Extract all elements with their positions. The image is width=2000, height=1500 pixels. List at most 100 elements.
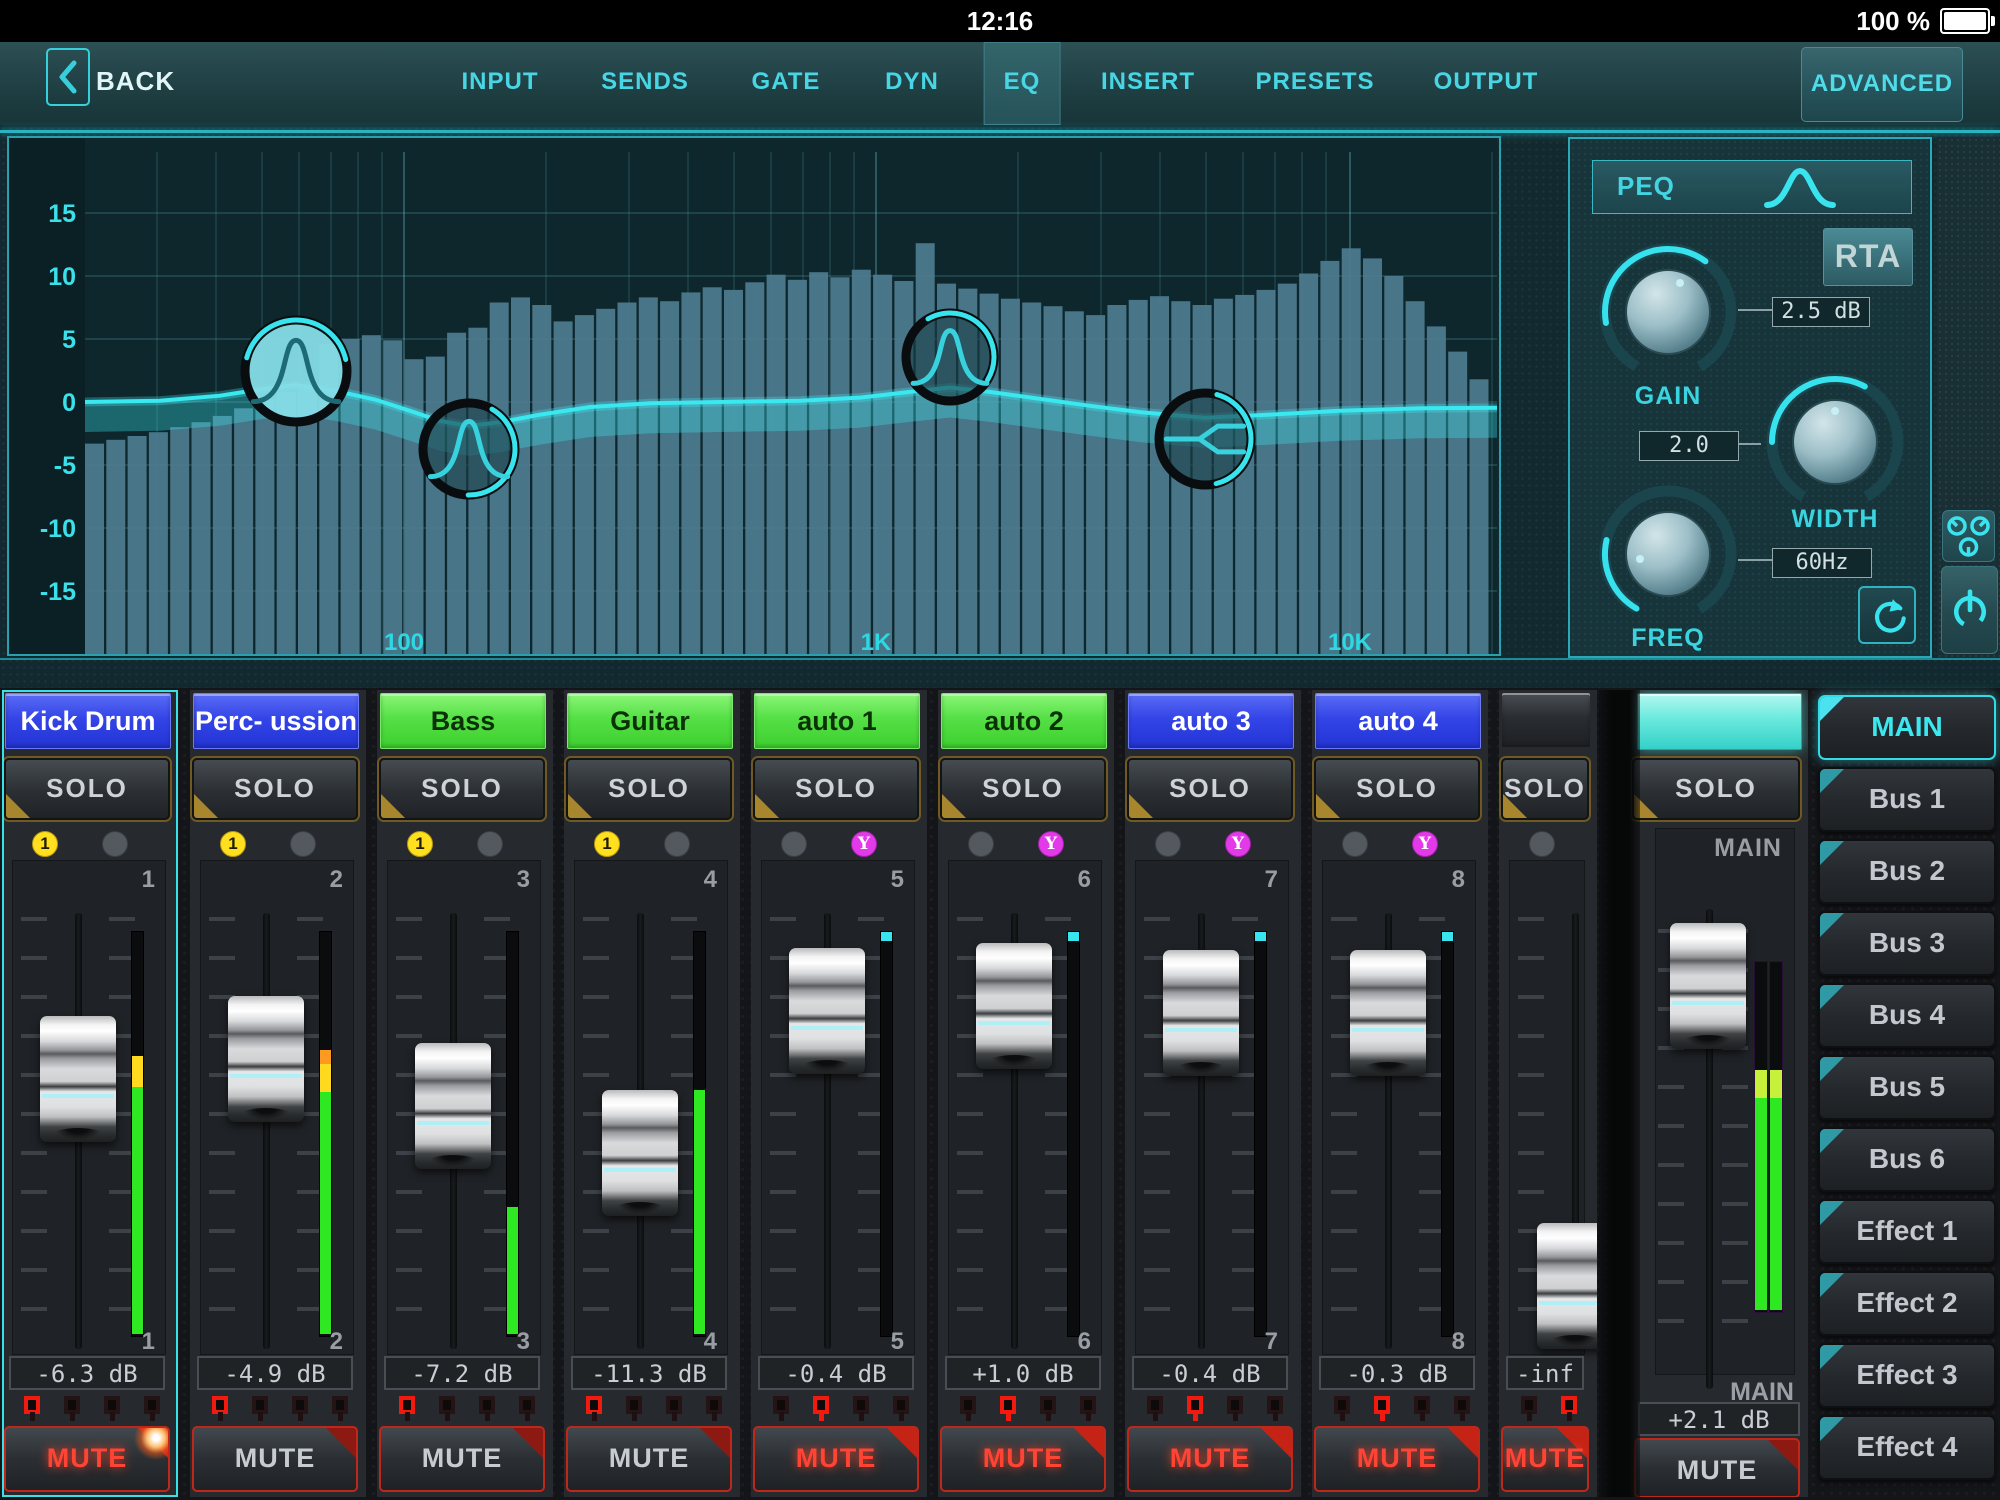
link-indicator[interactable] bbox=[968, 831, 994, 857]
reset-button[interactable] bbox=[1858, 586, 1916, 644]
channel-name-label[interactable] bbox=[1502, 693, 1590, 747]
assign-indicator-1[interactable] bbox=[399, 1396, 415, 1421]
tab-dyn[interactable]: DYN bbox=[885, 42, 939, 125]
assign-indicator-3[interactable] bbox=[666, 1396, 682, 1421]
width-knob[interactable] bbox=[1760, 367, 1910, 517]
assign-indicator-4[interactable] bbox=[893, 1396, 909, 1421]
assign-indicator-4[interactable] bbox=[1454, 1396, 1470, 1421]
bus-select-effect-2[interactable]: Effect 2 bbox=[1818, 1271, 1996, 1336]
tab-eq[interactable]: EQ bbox=[983, 42, 1061, 125]
eq-power-button[interactable] bbox=[1941, 566, 1998, 654]
advanced-button[interactable]: ADVANCED bbox=[1801, 47, 1963, 122]
assign-indicator-2[interactable] bbox=[1561, 1396, 1577, 1421]
channel-name-label[interactable]: auto 1 bbox=[754, 693, 920, 749]
width-value[interactable]: 2.0 bbox=[1639, 431, 1739, 461]
assign-indicator-2[interactable] bbox=[1374, 1396, 1390, 1421]
y-link-indicator[interactable]: Y bbox=[1038, 831, 1064, 857]
mute-button[interactable]: MUTE bbox=[1501, 1426, 1589, 1492]
dca-group-indicator[interactable]: 1 bbox=[594, 831, 620, 857]
assign-indicator-3[interactable] bbox=[292, 1396, 308, 1421]
fader-handle[interactable] bbox=[1670, 923, 1746, 1049]
y-link-indicator[interactable]: Y bbox=[1412, 831, 1438, 857]
tab-output[interactable]: OUTPUT bbox=[1434, 42, 1539, 125]
back-label[interactable]: BACK bbox=[96, 42, 175, 125]
bus-select-bus-5[interactable]: Bus 5 bbox=[1818, 1055, 1996, 1120]
solo-button[interactable]: SOLO bbox=[1632, 758, 1800, 820]
channel-name-label[interactable]: Perc- ussion bbox=[193, 693, 359, 749]
mute-button[interactable]: MUTE bbox=[379, 1426, 545, 1492]
mute-button[interactable]: MUTE bbox=[1127, 1426, 1293, 1492]
link-indicator[interactable] bbox=[781, 831, 807, 857]
solo-button[interactable]: SOLO bbox=[1127, 758, 1293, 820]
bus-select-effect-1[interactable]: Effect 1 bbox=[1818, 1199, 1996, 1264]
assign-indicator-1[interactable] bbox=[212, 1396, 228, 1421]
solo-button[interactable]: SOLO bbox=[566, 758, 732, 820]
assign-indicator-2[interactable] bbox=[1000, 1396, 1016, 1421]
assign-indicator-3[interactable] bbox=[1040, 1396, 1056, 1421]
assign-indicator-4[interactable] bbox=[1267, 1396, 1283, 1421]
gain-knob[interactable] bbox=[1593, 237, 1743, 387]
link-indicator[interactable] bbox=[477, 831, 503, 857]
solo-button[interactable]: SOLO bbox=[940, 758, 1106, 820]
solo-button[interactable]: SOLO bbox=[753, 758, 919, 820]
tab-input[interactable]: INPUT bbox=[462, 42, 539, 125]
bus-select-bus-6[interactable]: Bus 6 bbox=[1818, 1127, 1996, 1192]
fader-handle[interactable] bbox=[789, 948, 865, 1074]
assign-indicator-2[interactable] bbox=[626, 1396, 642, 1421]
mute-button[interactable]: MUTE bbox=[753, 1426, 919, 1492]
link-indicator[interactable] bbox=[1342, 831, 1368, 857]
assign-indicator-1[interactable] bbox=[773, 1396, 789, 1421]
channel-name-label[interactable]: auto 4 bbox=[1315, 693, 1481, 749]
bus-select-bus-1[interactable]: Bus 1 bbox=[1818, 767, 1996, 832]
tab-gate[interactable]: GATE bbox=[752, 42, 821, 125]
bus-select-effect-4[interactable]: Effect 4 bbox=[1818, 1415, 1996, 1480]
bus-select-bus-3[interactable]: Bus 3 bbox=[1818, 911, 1996, 976]
dca-group-indicator[interactable]: 1 bbox=[220, 831, 246, 857]
gain-value[interactable]: 2.5 dB bbox=[1772, 297, 1870, 327]
link-indicator[interactable] bbox=[664, 831, 690, 857]
link-indicator[interactable] bbox=[1529, 831, 1555, 857]
freq-knob[interactable] bbox=[1593, 479, 1743, 629]
assign-indicator-1[interactable] bbox=[1521, 1396, 1537, 1421]
solo-button[interactable]: SOLO bbox=[1314, 758, 1480, 820]
solo-button[interactable]: SOLO bbox=[192, 758, 358, 820]
assign-indicator-3[interactable] bbox=[853, 1396, 869, 1421]
fader-handle[interactable] bbox=[415, 1043, 491, 1169]
fader-handle[interactable] bbox=[1537, 1223, 1597, 1349]
assign-indicator-1[interactable] bbox=[586, 1396, 602, 1421]
channel-name-label[interactable]: Bass bbox=[380, 693, 546, 749]
assign-indicator-1[interactable] bbox=[24, 1396, 40, 1421]
y-link-indicator[interactable]: Y bbox=[1225, 831, 1251, 857]
tab-insert[interactable]: INSERT bbox=[1101, 42, 1195, 125]
eq-type-selector[interactable]: PEQ bbox=[1592, 160, 1912, 214]
assign-indicator-4[interactable] bbox=[144, 1396, 160, 1421]
link-indicator[interactable] bbox=[290, 831, 316, 857]
channel-name-label[interactable]: Guitar bbox=[567, 693, 733, 749]
assign-indicator-3[interactable] bbox=[1227, 1396, 1243, 1421]
tab-presets[interactable]: PRESETS bbox=[1255, 42, 1374, 125]
mute-button[interactable]: MUTE bbox=[1634, 1438, 1800, 1497]
rta-toggle-button[interactable]: RTA bbox=[1823, 228, 1913, 286]
assign-indicator-4[interactable] bbox=[332, 1396, 348, 1421]
bus-select-main[interactable]: MAIN bbox=[1818, 695, 1996, 760]
dca-group-indicator[interactable]: 1 bbox=[32, 831, 58, 857]
mute-button[interactable]: MUTE bbox=[4, 1426, 170, 1492]
assign-indicator-2[interactable] bbox=[1187, 1396, 1203, 1421]
y-link-indicator[interactable]: Y bbox=[851, 831, 877, 857]
assign-indicator-2[interactable] bbox=[813, 1396, 829, 1421]
assign-indicator-4[interactable] bbox=[519, 1396, 535, 1421]
assign-indicator-4[interactable] bbox=[1080, 1396, 1096, 1421]
assign-indicator-1[interactable] bbox=[1147, 1396, 1163, 1421]
assign-indicator-2[interactable] bbox=[64, 1396, 80, 1421]
channel-view-icon[interactable] bbox=[1942, 510, 1995, 562]
assign-indicator-1[interactable] bbox=[960, 1396, 976, 1421]
mute-button[interactable]: MUTE bbox=[566, 1426, 732, 1492]
link-indicator[interactable] bbox=[1155, 831, 1181, 857]
channel-name-label[interactable]: auto 3 bbox=[1128, 693, 1294, 749]
dca-group-indicator[interactable]: 1 bbox=[407, 831, 433, 857]
assign-indicator-2[interactable] bbox=[252, 1396, 268, 1421]
fader-track[interactable] bbox=[263, 913, 270, 1349]
fader-handle[interactable] bbox=[602, 1090, 678, 1216]
fader-handle[interactable] bbox=[976, 943, 1052, 1069]
assign-indicator-3[interactable] bbox=[104, 1396, 120, 1421]
